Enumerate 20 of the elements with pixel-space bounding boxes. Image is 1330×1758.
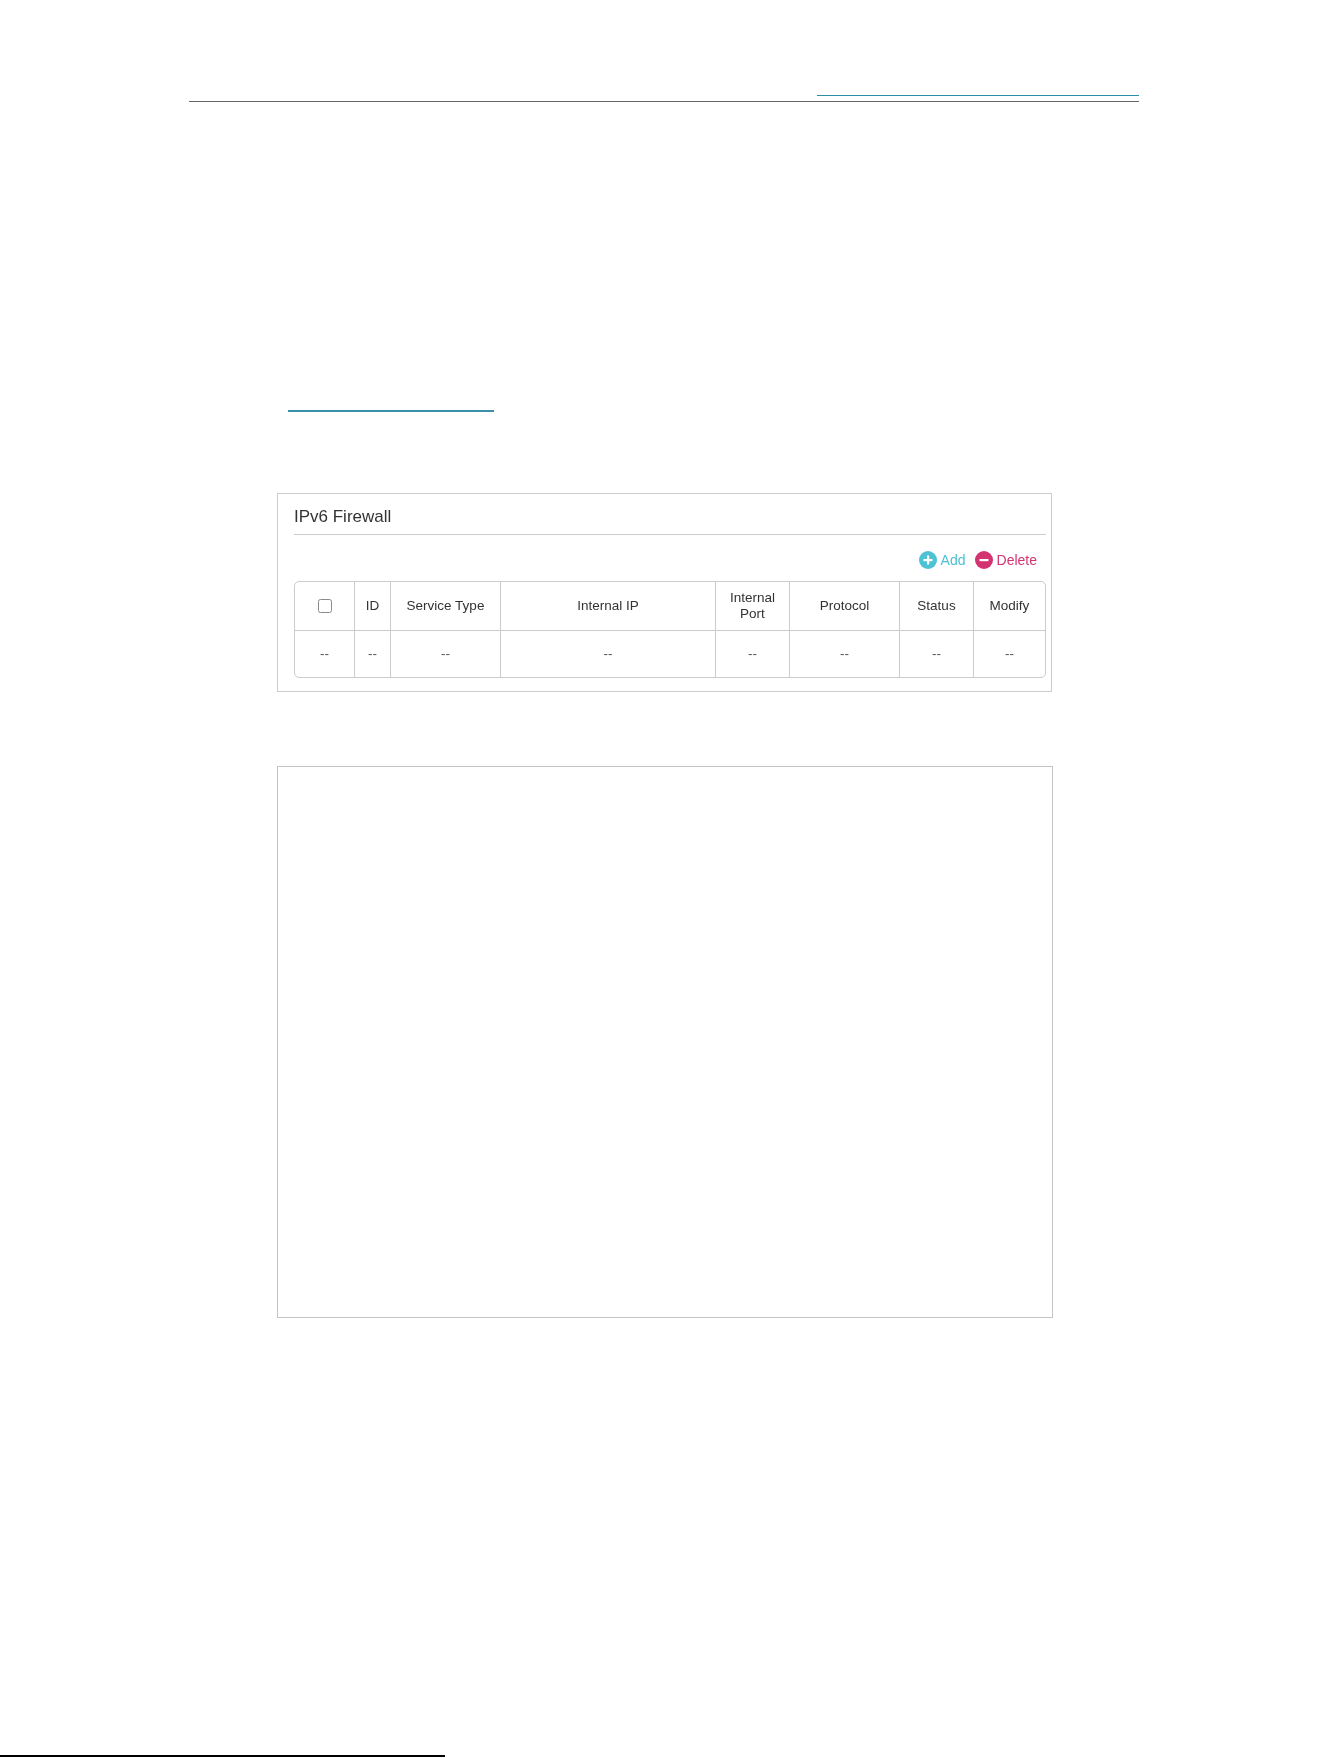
select-all-checkbox[interactable] bbox=[317, 599, 332, 613]
column-header: Status bbox=[899, 582, 973, 631]
table-cell: -- bbox=[899, 631, 973, 677]
column-header: Modify bbox=[973, 582, 1045, 631]
column-header: Service Type bbox=[390, 582, 500, 631]
column-header: ID bbox=[354, 582, 390, 631]
table-cell: -- bbox=[390, 631, 500, 677]
column-header: Protocol bbox=[789, 582, 899, 631]
delete-button[interactable]: Delete bbox=[974, 550, 1037, 570]
table-cell: -- bbox=[973, 631, 1045, 677]
plus-circle-icon bbox=[918, 551, 937, 569]
column-header: Internal IP bbox=[500, 582, 715, 631]
minus-circle-icon bbox=[974, 551, 993, 569]
table-cell: -- bbox=[500, 631, 715, 677]
table-cell-text: -- bbox=[319, 645, 330, 663]
column-header: Internal Port bbox=[715, 582, 789, 631]
table-cell: -- bbox=[789, 631, 899, 677]
table-cell: -- bbox=[715, 631, 789, 677]
panel-title: IPv6 Firewall bbox=[294, 507, 392, 526]
table-cell: -- bbox=[354, 631, 390, 677]
